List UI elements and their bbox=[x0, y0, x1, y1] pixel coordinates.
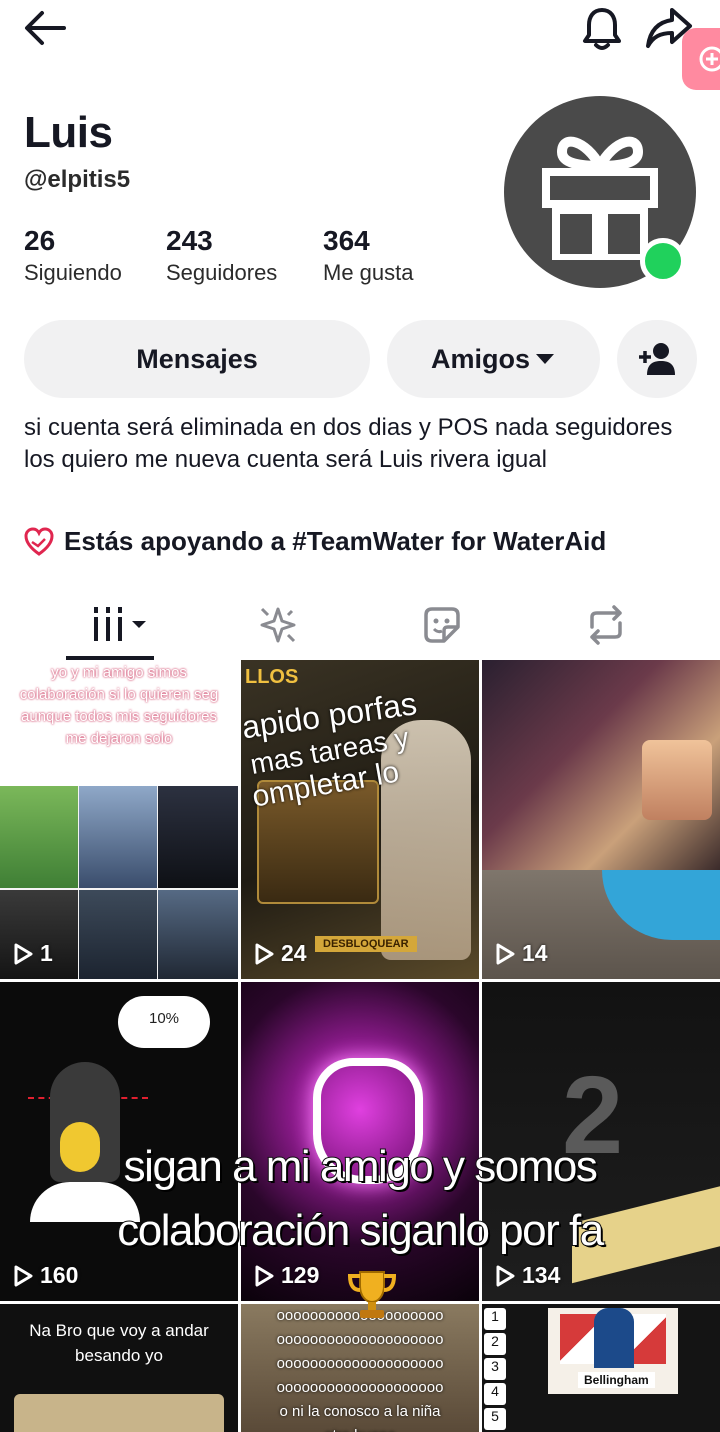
overlay-caption-line-1: sigan a mi amigo y somos bbox=[123, 1141, 599, 1192]
video-3-views: 14 bbox=[494, 940, 548, 967]
heart-hands-icon bbox=[24, 526, 54, 556]
stat-followers-value: 243 bbox=[166, 225, 213, 256]
video-9-ranking-list: 1 2 3 4 5 bbox=[484, 1308, 506, 1432]
overlay-caption-line-2: colaboración siganlo por fa bbox=[116, 1205, 605, 1256]
sparkle-icon bbox=[260, 607, 296, 643]
video-thumbnail-9[interactable]: 1 2 3 4 5 Bellingham bbox=[482, 1304, 720, 1432]
video-thumbnail-3[interactable]: 14 bbox=[482, 660, 720, 979]
trophy-icon bbox=[344, 1266, 400, 1327]
profile-handle: @elpitis5 bbox=[24, 166, 131, 193]
video-7-text: Na Bro que voy a andar besando yo bbox=[29, 1321, 209, 1365]
stat-following[interactable]: 26 Siguiendo bbox=[24, 224, 122, 288]
messages-button[interactable]: Mensajes bbox=[24, 320, 370, 398]
bell-icon bbox=[583, 8, 621, 50]
plus-circle-icon bbox=[699, 46, 720, 72]
profile-bio: si cuenta será eliminada en dos dias y P… bbox=[24, 414, 673, 473]
video-4-views: 160 bbox=[12, 1262, 78, 1289]
tab-videos[interactable] bbox=[30, 590, 210, 660]
video-6-views: 134 bbox=[494, 1262, 560, 1289]
stat-likes-label: Me gusta bbox=[323, 260, 414, 285]
profile-name: Luis bbox=[24, 108, 113, 157]
caret-down-icon bbox=[536, 354, 554, 364]
stat-likes-value: 364 bbox=[323, 225, 370, 256]
video-2-badge: DESBLOQUEAR bbox=[315, 936, 417, 952]
floating-add-chip[interactable] bbox=[682, 28, 720, 90]
video-9-label: Bellingham bbox=[578, 1372, 655, 1388]
play-icon bbox=[14, 943, 33, 964]
notifications-button[interactable] bbox=[578, 4, 626, 52]
play-icon bbox=[14, 1265, 33, 1286]
sticker-face-icon bbox=[424, 607, 460, 643]
tab-favorites[interactable] bbox=[188, 590, 368, 660]
video-1-text: yo y mi amigo simos colaboración si lo q… bbox=[19, 664, 219, 747]
play-icon bbox=[255, 943, 274, 964]
video-thumbnail-1[interactable]: yo y mi amigo simos colaboración si lo q… bbox=[0, 660, 238, 979]
play-icon bbox=[496, 943, 515, 964]
stat-followers-label: Seguidores bbox=[166, 260, 278, 285]
tab-stickers[interactable] bbox=[352, 590, 532, 660]
play-icon bbox=[255, 1265, 274, 1286]
play-icon bbox=[496, 1265, 515, 1286]
stat-following-value: 26 bbox=[24, 225, 56, 256]
grid-bars-icon bbox=[94, 607, 146, 641]
video-5-views: 129 bbox=[253, 1262, 319, 1289]
messages-button-label: Mensajes bbox=[136, 343, 258, 374]
repost-icon bbox=[590, 605, 622, 645]
video-2-text: LLOS apido porfas mas tareas y ompletar … bbox=[241, 666, 420, 814]
add-user-icon bbox=[639, 343, 675, 375]
video-2-views: 24 bbox=[253, 940, 307, 967]
video-thumbnail-2[interactable]: LLOS apido porfas mas tareas y ompletar … bbox=[241, 660, 479, 979]
tab-reposts[interactable] bbox=[516, 590, 696, 660]
online-status-dot bbox=[640, 238, 686, 284]
friends-button-label: Amigos bbox=[430, 343, 530, 374]
profile-tabs bbox=[0, 590, 720, 660]
support-text: Estás apoyando a #TeamWater for WaterAid bbox=[64, 526, 607, 556]
stat-following-label: Siguiendo bbox=[24, 260, 122, 285]
add-friend-button[interactable] bbox=[617, 320, 697, 398]
friends-button[interactable]: Amigos bbox=[387, 320, 600, 398]
video-thumbnail-7[interactable]: Na Bro que voy a andar besando yo bbox=[0, 1304, 238, 1432]
back-button[interactable] bbox=[22, 6, 68, 50]
stat-likes[interactable]: 364 Me gusta bbox=[323, 224, 414, 288]
video-1-views: 1 bbox=[12, 940, 53, 967]
stat-followers[interactable]: 243 Seguidores bbox=[166, 224, 277, 288]
support-banner[interactable]: Estás apoyando a #TeamWater for WaterAid bbox=[24, 526, 606, 557]
arrow-left-icon bbox=[25, 11, 66, 45]
video-4-text: 10% bbox=[148, 1010, 180, 1027]
